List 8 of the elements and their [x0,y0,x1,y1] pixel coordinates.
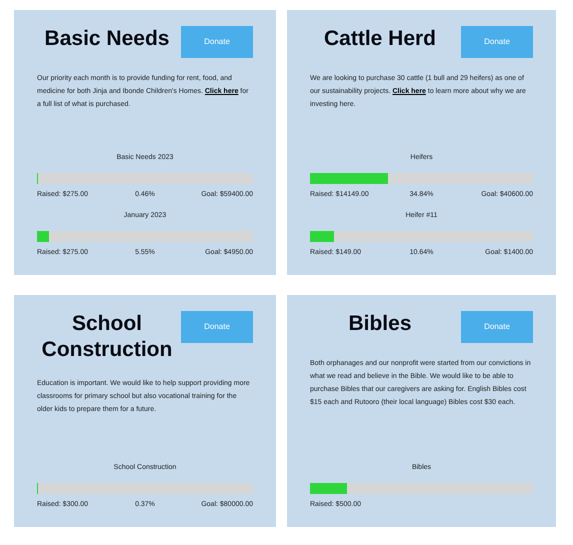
card-title: Cattle Herd [322,26,438,52]
card-title: Bibles [347,311,413,337]
card-title: School Construction [40,311,174,363]
donate-button[interactable]: Donate [181,311,253,343]
donate-button[interactable]: Donate [461,26,533,58]
donate-button[interactable]: Donate [461,311,533,343]
donate-button[interactable]: Donate [181,26,253,58]
card-title: Basic Needs [44,26,170,52]
